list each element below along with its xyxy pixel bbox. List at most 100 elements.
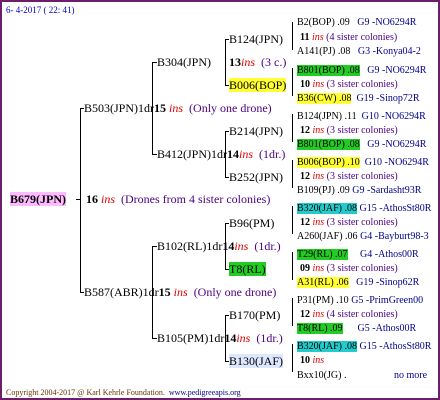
date-stamp: 6- 4-2017 ( 22: 41) [6, 5, 75, 15]
gen4-name[interactable]: A31(RL) .06 [297, 277, 349, 288]
gen3-e-num: 12 [300, 217, 310, 228]
root-queen[interactable]: B679(JPN) [10, 192, 66, 206]
gen4-row: T29(RL) .07 G4 -Athos00R [297, 249, 419, 261]
gen3-g-ins: ins [312, 309, 325, 320]
gen3-b[interactable]: B006(BOP) [229, 78, 287, 92]
gen4-row: A141(PJ) .08 G3 -Konya04-2 [297, 46, 421, 58]
site-link[interactable]: www.pedigreeapis.org [169, 388, 241, 397]
connector [292, 252, 293, 280]
gen3-a-num: 11 [300, 32, 310, 43]
gen3-h-info: 10 ins [300, 355, 324, 367]
gen2-d-num: 14 [224, 331, 237, 345]
gen4-name[interactable]: A260(JAF) .06 [297, 231, 358, 242]
gen3-f-info: 09 ins (3 sister colonies) [300, 263, 398, 275]
gen4-row: B2(BOP) .09 G9 -NO6294R [297, 17, 416, 29]
gen3-f[interactable]: T8(RL) [229, 262, 266, 276]
connector [225, 223, 226, 269]
gen3-g-num: 12 [300, 309, 310, 320]
connector [292, 160, 293, 188]
gen4-row: B320(JAF) .08 G15 -AthosSt80R [297, 341, 431, 353]
gen2-d-name[interactable]: B105(PM)1dr [157, 331, 224, 345]
gen4-name[interactable]: B36(CW) .08 [297, 93, 352, 104]
gen3-f-num: 09 [300, 263, 310, 274]
gen3-f-note: (3 sister colonies) [326, 263, 398, 274]
gen4-name[interactable]: T8(RL) .09 [297, 323, 343, 334]
connector [292, 68, 293, 96]
gen4-name[interactable]: B109(PJ) .09 [297, 185, 350, 196]
gen4-code: G15 -AthosSt80R [359, 203, 432, 214]
gen3-d-num: 12 [300, 171, 310, 182]
gen3-g[interactable]: B170(PM) [229, 308, 280, 322]
gen4-name[interactable]: B801(BOP) .08 [297, 139, 360, 150]
gen1-b-note: (Only one drone) [193, 285, 277, 299]
gen3-f-ins: ins [312, 263, 325, 274]
gen1-b-ins: ins [173, 285, 188, 299]
gen4-name[interactable]: B801(BOP) .08 [297, 65, 360, 76]
gen3-a-info: 11 ins (4 sister colonies) [300, 32, 397, 44]
gen2-b-name[interactable]: B412(JPN)1dr [157, 147, 227, 161]
gen2-a: B304(JPN) [157, 55, 211, 69]
gen4-row: T8(RL) .09 G5 -Athos00R [297, 323, 416, 335]
gen2-d: B105(PM)1dr14ins (1dr.) [157, 331, 283, 345]
gen2-d-note: (1dr.) [256, 331, 283, 345]
gen3-e[interactable]: B96(PM) [229, 216, 274, 230]
connector [225, 315, 226, 361]
gen4-name[interactable]: B124(JPN) .11 [297, 111, 357, 122]
gen4-code: no more [394, 370, 428, 381]
gen3-a[interactable]: B124(JPN) [229, 32, 283, 46]
connector [152, 62, 153, 154]
gen4-name[interactable]: B320(JAF) .08 [297, 341, 358, 352]
gen2-c-note: (1dr.) [254, 239, 281, 253]
gen3-e-info: 12 ins (3 sister colonies) [300, 217, 398, 229]
gen4-row: no more [394, 370, 427, 382]
gen3-c[interactable]: B214(JPN) [229, 124, 283, 138]
gen4-row: B320(JAF) .08 G15 -AthosSt80R [297, 203, 431, 215]
gen1-a-name[interactable]: B503(JPN)1dr [84, 101, 154, 115]
gen3-g-note: (4 sister colonies) [326, 309, 398, 320]
gen3-d-info: 12 ins (3 sister colonies) [300, 171, 398, 183]
gen3-d-ins: ins [312, 171, 325, 182]
gen2-b: B412(JPN)1dr14ins (1dr.) [157, 147, 285, 161]
gen3-h[interactable]: B130(JAF) [229, 354, 284, 368]
gen1-a: B503(JPN)1dr15 ins (Only one drone) [84, 101, 272, 115]
gen3-a-note: (4 sister colonies) [326, 32, 398, 43]
gen2-a-num: 13 [229, 55, 241, 69]
copyright-text: Copyright 2004-2017 @ Karl Kehrle Founda… [6, 388, 165, 397]
gen4-name[interactable]: B2(BOP) .09 [297, 17, 350, 28]
gen2-a-name[interactable]: B304(JPN) [157, 55, 211, 69]
gen4-name[interactable]: B320(JAF) .08 [297, 203, 358, 214]
gen3-h-num: 10 [300, 355, 310, 366]
connector [292, 114, 293, 142]
gen3-b-note: (3 sister colonies) [326, 79, 398, 90]
gen2-b-num: 14 [227, 147, 240, 161]
gen2-b-ins: ins [239, 147, 254, 161]
gen3-b-info: 10 ins (3 sister colonies) [300, 79, 398, 91]
gen3-c-note: (3 sister colonies) [326, 125, 398, 136]
gen1-a-ins: ins [169, 101, 184, 115]
root-note: (Drones from 4 sister colonies) [121, 192, 271, 206]
gen4-code: G4 -Athos00R [360, 249, 419, 260]
gen4-name[interactable]: P31(PM) .10 [297, 295, 349, 306]
gen3-g-info: 12 ins (4 sister colonies) [300, 309, 398, 321]
gen3-c-num: 12 [300, 125, 310, 136]
gen4-code: G4 -Bayburt98-3 [360, 231, 429, 242]
gen4-code: G5 -PrimGreen00 [351, 295, 424, 306]
connector [152, 246, 153, 338]
gen3-d-note: (3 sister colonies) [326, 171, 398, 182]
gen4-code: G15 -AthosSt80R [359, 341, 432, 352]
gen3-a-ins: ins [311, 32, 324, 43]
gen3-d[interactable]: B252(JPN) [229, 170, 283, 184]
connector [292, 206, 293, 234]
gen3-c-info: 12 ins (3 sister colonies) [300, 125, 398, 137]
gen4-code: G3 -Konya04-2 [357, 46, 421, 57]
gen2-c-name[interactable]: B102(RL)1dr [157, 239, 222, 253]
gen3-e-ins: ins [312, 217, 325, 228]
gen4-name[interactable]: A141(PJ) .08 [297, 46, 350, 57]
gen4-name[interactable]: Bxx10(JG) . [297, 370, 346, 381]
connector [80, 108, 81, 292]
gen4-name[interactable]: B006(BOP) .10 [297, 157, 360, 168]
gen4-name[interactable]: T29(RL) .07 [297, 249, 348, 260]
gen2-b-note: (1dr.) [259, 147, 286, 161]
gen2-a-note: (3 c.) [261, 55, 287, 69]
gen1-b-name[interactable]: B587(ABR)1dr [84, 285, 159, 299]
